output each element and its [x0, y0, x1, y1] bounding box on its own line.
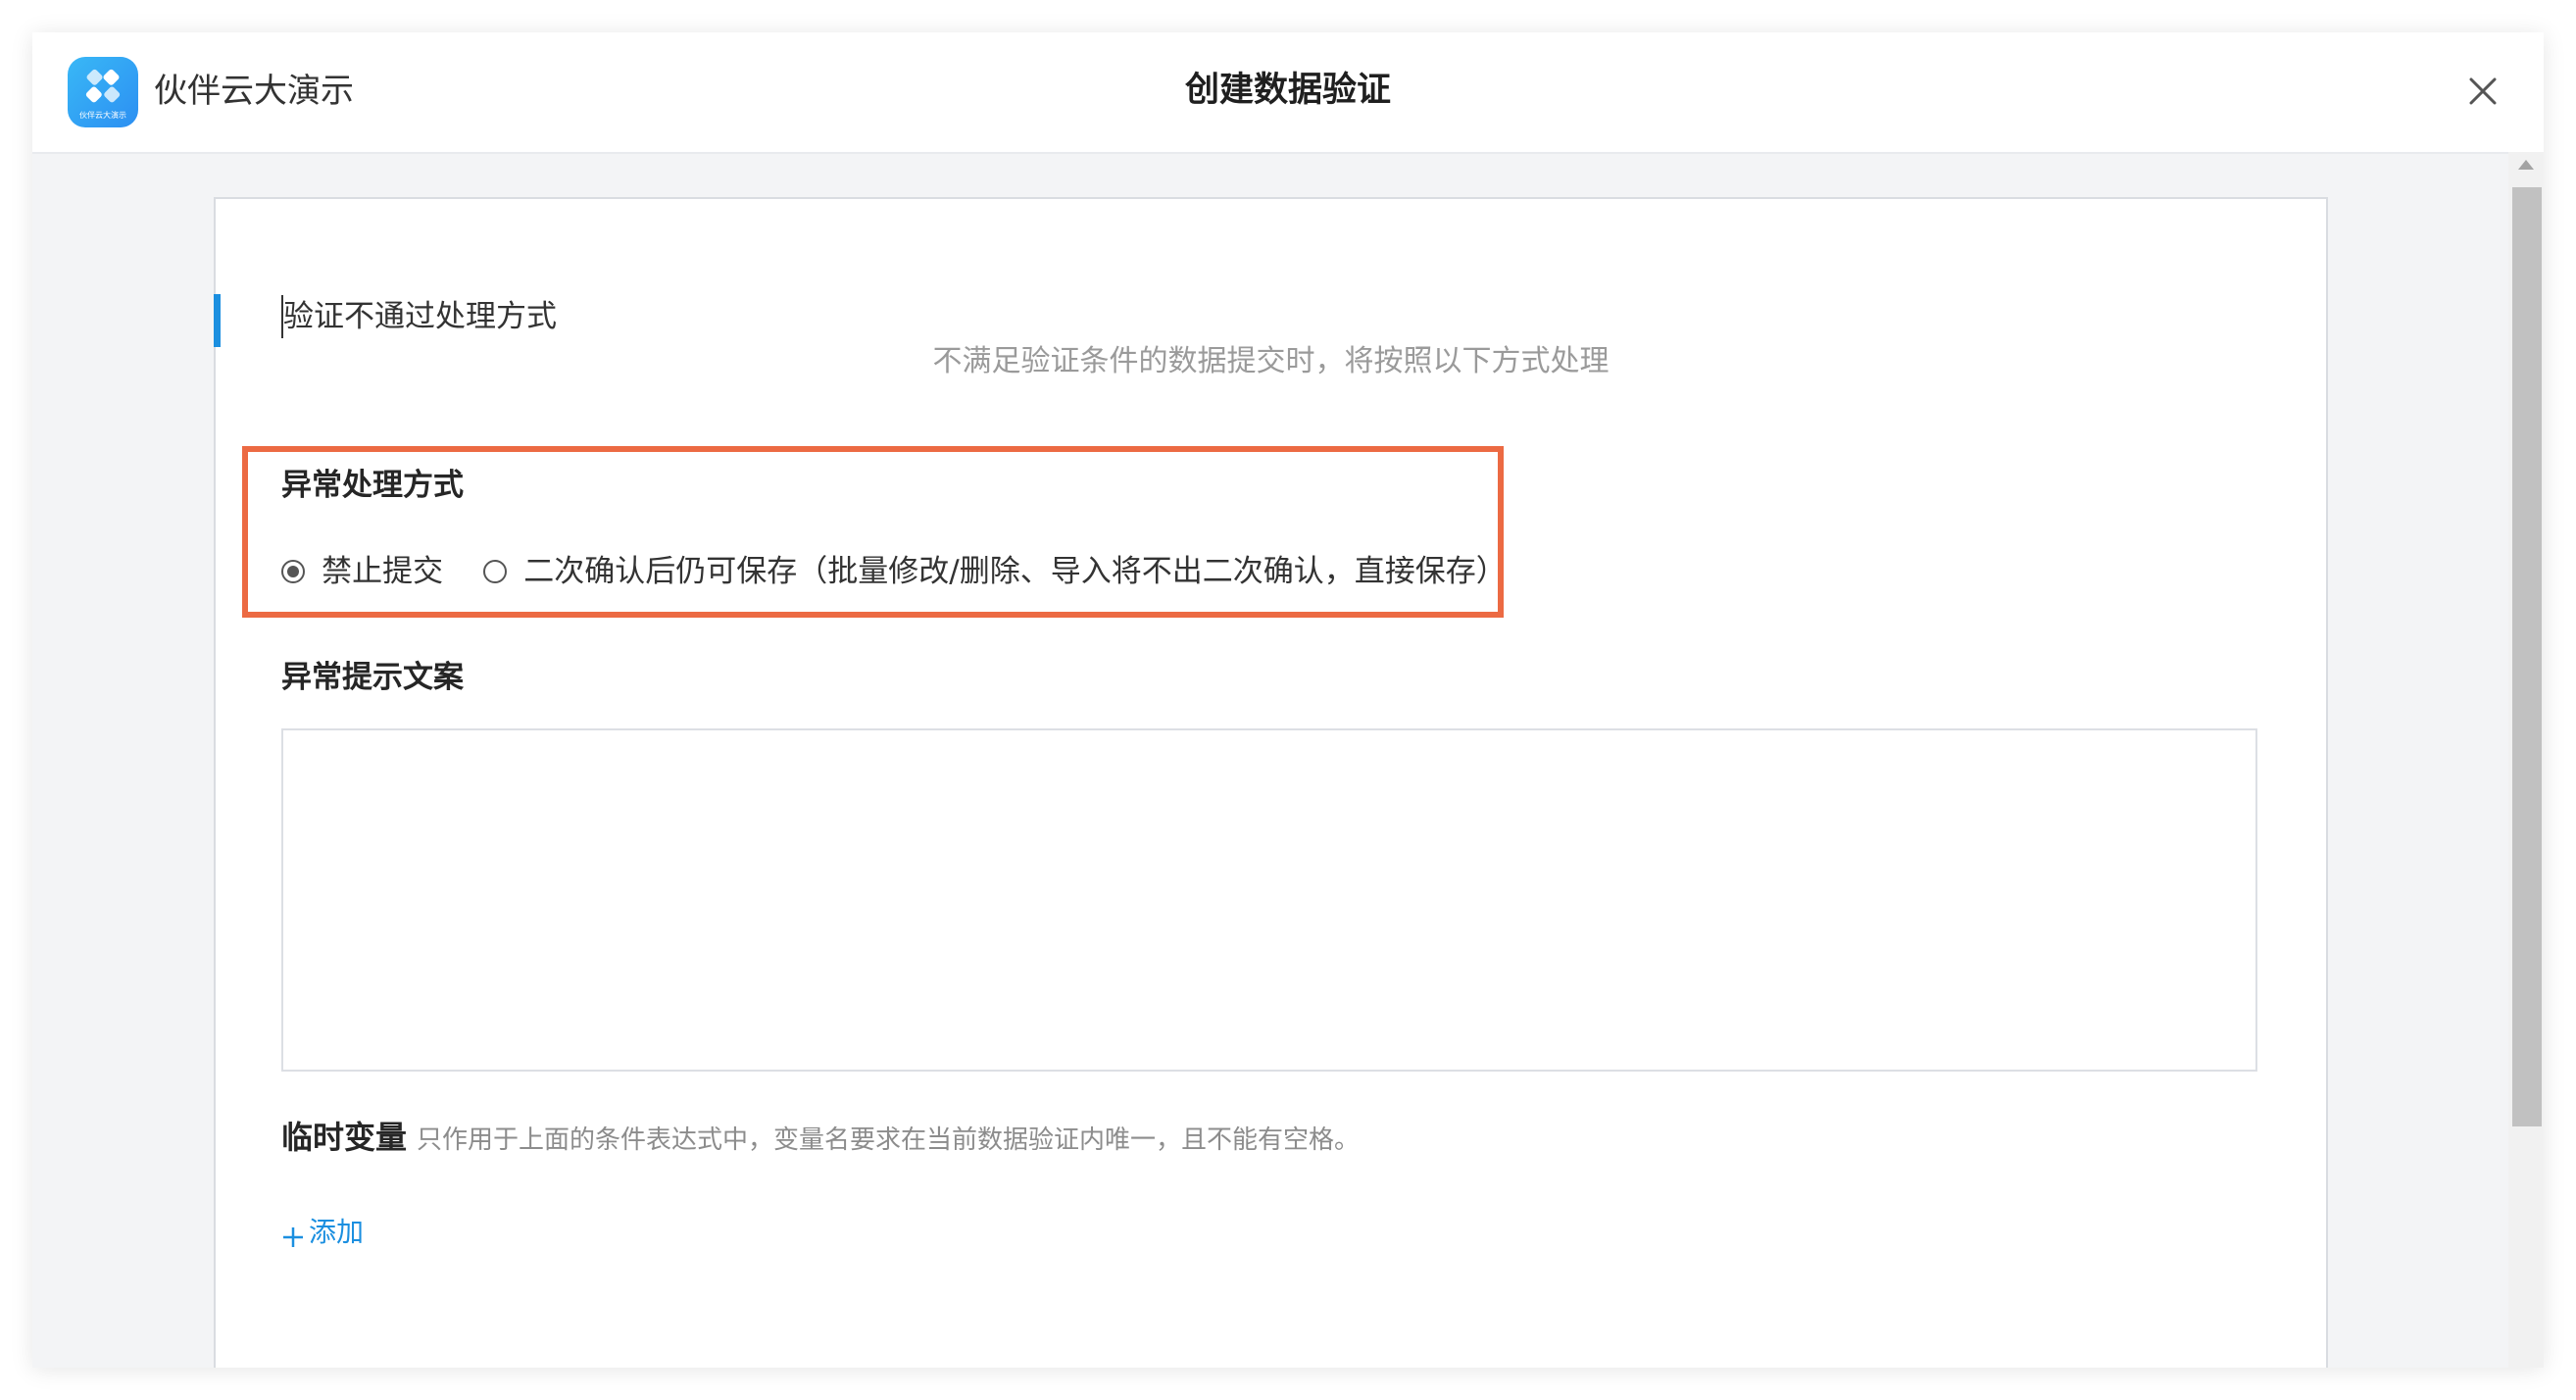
exception-handling-label: 异常处理方式: [281, 468, 464, 503]
form-panel: 验证不通过处理方式 不满足验证条件的数据提交时，将按照以下方式处理 异常处理方式…: [214, 197, 2328, 1368]
exception-handling-options: 禁止提交 二次确认后仍可保存（批量修改/删除、导入将不出二次确认，直接保存）: [281, 550, 1507, 593]
radio-forbid-submit[interactable]: [281, 560, 305, 583]
exception-message-textarea[interactable]: [281, 728, 2257, 1072]
section-description: 不满足验证条件的数据提交时，将按照以下方式处理: [932, 344, 1610, 378]
dialog: 伙伴云大演示 伙伴云大演示 创建数据验证 验证不通过处理方式 不满足验证条件的数…: [32, 32, 2544, 1368]
scrollbar-thumb[interactable]: [2512, 187, 2542, 1126]
close-button[interactable]: [2463, 72, 2502, 111]
add-variable-button[interactable]: 添加: [281, 1211, 364, 1258]
temp-variables-hint: 只作用于上面的条件表达式中，变量名要求在当前数据验证内唯一，且不能有空格。: [417, 1125, 1361, 1155]
vertical-scrollbar[interactable]: [2508, 152, 2544, 1368]
dialog-header: 伙伴云大演示 伙伴云大演示 创建数据验证: [32, 32, 2544, 154]
scroll-up-arrow-icon[interactable]: [2518, 160, 2534, 170]
temp-variables-label: 临时变量: [281, 1119, 408, 1156]
dialog-title: 创建数据验证: [1184, 71, 1391, 110]
radio-confirm-save[interactable]: [483, 560, 508, 583]
temp-variables-row: 临时变量 只作用于上面的条件表达式中，变量名要求在当前数据验证内唯一，且不能有空格…: [281, 1116, 1360, 1165]
section-accent-bar: [214, 294, 221, 347]
radio-confirm-save-label[interactable]: 二次确认后仍可保存（批量修改/删除、导入将不出二次确认，直接保存）: [523, 550, 1506, 593]
section-title: 验证不通过处理方式: [281, 295, 557, 338]
plus-icon: [283, 1226, 303, 1247]
close-icon: [2469, 77, 2497, 105]
add-variable-label[interactable]: 添加: [309, 1216, 364, 1248]
exception-message-label: 异常提示文案: [281, 660, 464, 695]
radio-forbid-submit-label[interactable]: 禁止提交: [322, 550, 443, 593]
